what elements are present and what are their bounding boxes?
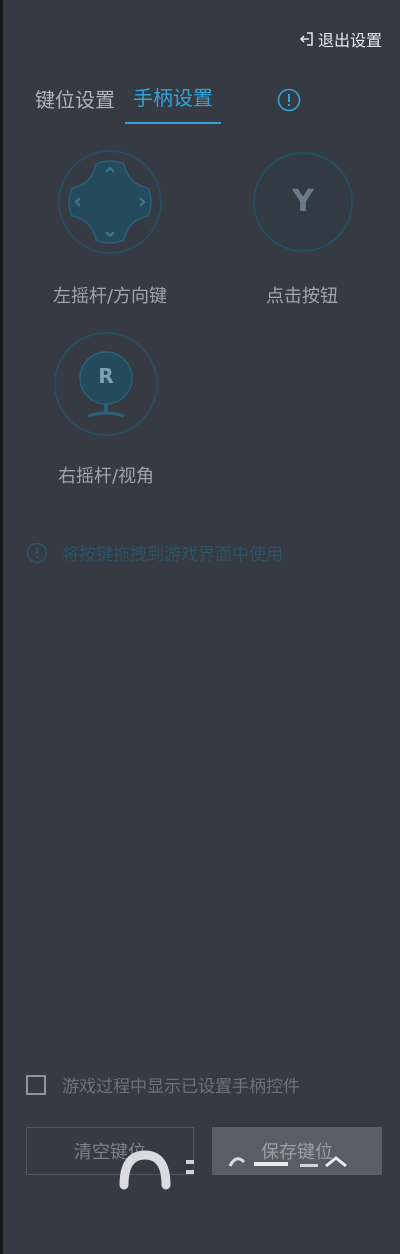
- tab-gamepad-settings[interactable]: 手柄设置: [125, 82, 221, 124]
- right-stick-label: 右摇杆/视角: [57, 466, 155, 487]
- drag-hint-text: 将按键拖拽到游戏界面中使用: [62, 545, 283, 565]
- dpad-icon: [68, 160, 152, 244]
- drag-hint: 将按键拖拽到游戏界面中使用: [26, 540, 283, 565]
- tap-button-widget[interactable]: Y: [253, 152, 353, 252]
- info-icon[interactable]: [277, 88, 301, 112]
- save-keys-label: 保存键位: [261, 1142, 333, 1163]
- settings-tabs: 键位设置 手柄设置: [35, 82, 221, 124]
- gamepad-settings-panel: 退出设置 键位设置 手柄设置 左摇杆/方向键 Y 点击按钮 R 右摇杆/视角 将…: [0, 0, 400, 1254]
- exit-icon: [298, 31, 314, 47]
- tab-key-settings[interactable]: 键位设置: [35, 84, 115, 124]
- right-stick-glyph: R: [98, 364, 114, 388]
- exit-settings-button[interactable]: 退出设置: [298, 26, 382, 52]
- tap-button-label: 点击按钮: [266, 286, 338, 307]
- save-keys-button[interactable]: 保存键位: [212, 1127, 382, 1175]
- right-stick-widget[interactable]: R: [54, 332, 158, 436]
- clear-keys-button[interactable]: 清空键位: [26, 1127, 194, 1175]
- info-circle-icon: [26, 542, 48, 563]
- clear-keys-label: 清空键位: [74, 1142, 146, 1163]
- y-button-icon: Y: [292, 184, 314, 219]
- show-controls-label: 游戏过程中显示已设置手柄控件: [62, 1077, 300, 1097]
- show-controls-checkbox[interactable]: [26, 1074, 46, 1095]
- show-controls-option[interactable]: 游戏过程中显示已设置手柄控件: [26, 1072, 300, 1097]
- left-stick-label: 左摇杆/方向键: [52, 286, 168, 307]
- left-stick-widget[interactable]: [58, 150, 162, 254]
- exit-settings-label: 退出设置: [317, 31, 382, 50]
